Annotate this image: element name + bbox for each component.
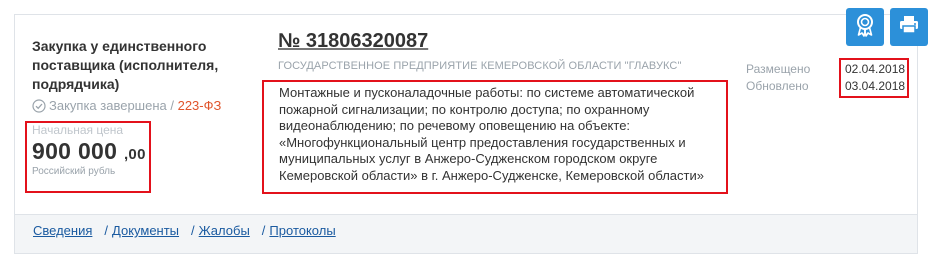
award-icon — [854, 13, 876, 42]
tabs-bar: Сведения / Документы / Жалобы / Протокол… — [33, 223, 336, 238]
print-icon — [898, 15, 920, 40]
tab-separator: / — [191, 223, 195, 238]
print-button[interactable] — [890, 8, 928, 46]
purchase-type: Закупка у единственного поставщика (испо… — [32, 38, 219, 92]
award-button[interactable] — [846, 8, 884, 46]
updated-label: Обновлено — [746, 79, 809, 93]
check-circle-icon — [32, 98, 46, 113]
tab-info[interactable]: Сведения — [33, 223, 92, 238]
price-cents: ,00 — [123, 146, 146, 163]
updated-date: 03.04.2018 — [845, 79, 906, 93]
tab-protocols[interactable]: Протоколы — [269, 223, 335, 238]
price-main: 900 000 — [32, 138, 118, 164]
price-label: Начальная цена — [32, 123, 124, 137]
status-separator: / — [166, 98, 178, 113]
tab-documents[interactable]: Документы — [112, 223, 179, 238]
law-badge: 223-ФЗ — [177, 98, 222, 113]
posted-label: Размещено — [746, 62, 811, 76]
status-text: Закупка завершена — [49, 98, 167, 113]
price-currency: Российский рубль — [32, 166, 116, 177]
tab-separator: / — [261, 223, 266, 238]
purchase-number[interactable]: № 31806320087 — [278, 30, 428, 53]
posted-date: 02.04.2018 — [845, 62, 906, 76]
purchase-description[interactable]: Монтажные и пусконаладочные работы: по с… — [279, 85, 729, 184]
tab-complaints[interactable]: Жалобы — [199, 223, 250, 238]
price-value: 900 000 ,00 — [32, 138, 146, 165]
tab-separator: / — [104, 223, 109, 238]
organization-name[interactable]: ГОСУДАРСТВЕННОЕ ПРЕДПРИЯТИЕ КЕМЕРОВСКОЙ … — [278, 60, 681, 72]
purchase-card: Закупка у единственного поставщика (испо… — [14, 14, 918, 254]
purchase-status: Закупка завершена / 223-ФЗ — [32, 98, 221, 113]
